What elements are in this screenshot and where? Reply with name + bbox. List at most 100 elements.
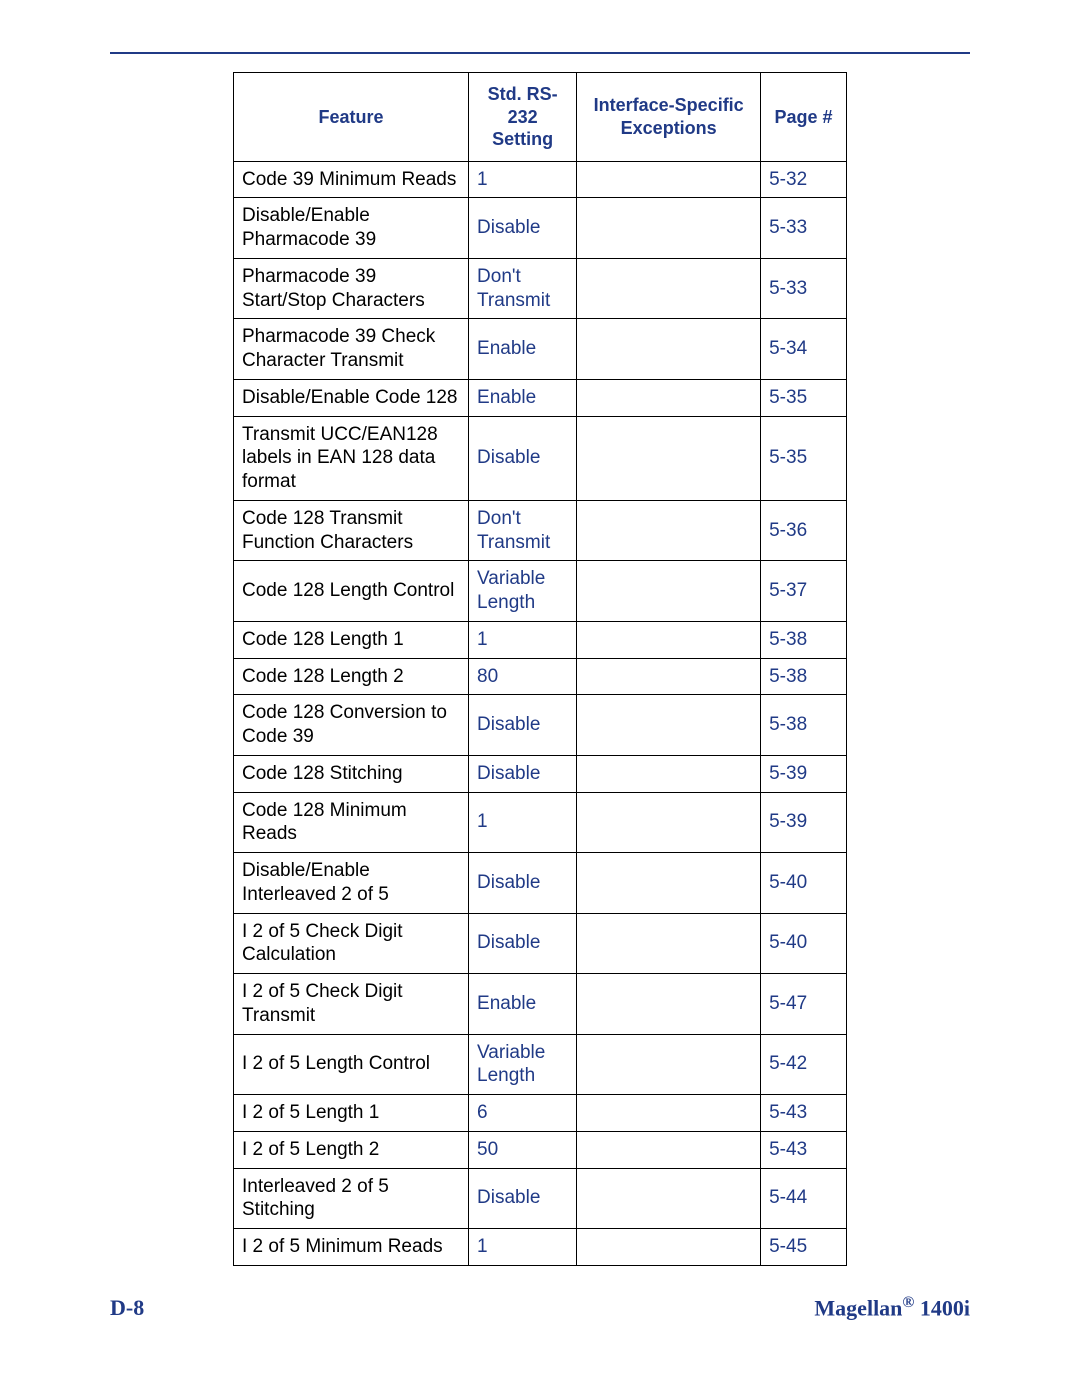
cell-page[interactable]: 5-44 — [761, 1168, 847, 1229]
cell-setting: 1 — [469, 621, 577, 658]
cell-exceptions — [577, 161, 761, 198]
cell-exceptions — [577, 1168, 761, 1229]
cell-setting: 1 — [469, 161, 577, 198]
cell-page[interactable]: 5-43 — [761, 1095, 847, 1132]
cell-setting: Enable — [469, 974, 577, 1035]
cell-feature: Code 39 Minimum Reads — [234, 161, 469, 198]
cell-setting: Disable — [469, 695, 577, 756]
cell-exceptions — [577, 1131, 761, 1168]
cell-page[interactable]: 5-38 — [761, 695, 847, 756]
cell-exceptions — [577, 1034, 761, 1095]
table-row: I 2 of 5 Check Digit CalculationDisable5… — [234, 913, 847, 974]
settings-table: Feature Std. RS-232 Setting Interface-Sp… — [233, 72, 847, 1266]
cell-page[interactable]: 5-33 — [761, 258, 847, 319]
table-row: Code 128 Length ControlVariable Length5-… — [234, 561, 847, 622]
page-footer: D-8 Magellan® 1400i — [110, 1294, 970, 1321]
table-row: I 2 of 5 Length ControlVariable Length 5-… — [234, 1034, 847, 1095]
cell-feature: I 2 of 5 Length Control — [234, 1034, 469, 1095]
cell-page[interactable]: 5-43 — [761, 1131, 847, 1168]
th-page: Page # — [761, 73, 847, 162]
header-rule — [110, 52, 970, 54]
table-row: I 2 of 5 Minimum Reads1 5-45 — [234, 1229, 847, 1266]
table-wrap: Feature Std. RS-232 Setting Interface-Sp… — [110, 72, 970, 1266]
cell-page[interactable]: 5-39 — [761, 792, 847, 853]
table-row: Code 128 Conversion to Code 39Disable5-3… — [234, 695, 847, 756]
cell-exceptions — [577, 319, 761, 380]
cell-feature: Disable/Enable Code 128 — [234, 379, 469, 416]
table-row: Pharmacode 39 Start/Stop CharactersDon't… — [234, 258, 847, 319]
cell-setting: Don't Transmit — [469, 500, 577, 561]
cell-exceptions — [577, 561, 761, 622]
cell-feature: Code 128 Length 1 — [234, 621, 469, 658]
cell-page[interactable]: 5-40 — [761, 853, 847, 914]
cell-exceptions — [577, 500, 761, 561]
cell-setting: Variable Length — [469, 561, 577, 622]
cell-page[interactable]: 5-35 — [761, 416, 847, 500]
table-row: Code 128 Length 11 5-38 — [234, 621, 847, 658]
cell-exceptions — [577, 379, 761, 416]
cell-page[interactable]: 5-36 — [761, 500, 847, 561]
cell-page[interactable]: 5-32 — [761, 161, 847, 198]
table-row: Code 128 Minimum Reads15-39 — [234, 792, 847, 853]
cell-setting: Variable Length — [469, 1034, 577, 1095]
cell-page[interactable]: 5-45 — [761, 1229, 847, 1266]
cell-feature: Disable/Enable Interleaved 2 of 5 — [234, 853, 469, 914]
footer-suffix: 1400i — [914, 1295, 970, 1320]
cell-page[interactable]: 5-35 — [761, 379, 847, 416]
table-row: Pharmacode 39 Check Character TransmitEn… — [234, 319, 847, 380]
table-row: Code 39 Minimum Reads1 5-32 — [234, 161, 847, 198]
cell-setting: Enable — [469, 319, 577, 380]
cell-feature: Pharmacode 39 Start/Stop Characters — [234, 258, 469, 319]
cell-feature: I 2 of 5 Check Digit Transmit — [234, 974, 469, 1035]
cell-exceptions — [577, 853, 761, 914]
table-row: I 2 of 5 Length 165-43 — [234, 1095, 847, 1132]
table-row: Interleaved 2 of 5 StitchingDisable 5-44 — [234, 1168, 847, 1229]
table-row: Code 128 Transmit Function CharactersDon… — [234, 500, 847, 561]
cell-setting: 1 — [469, 1229, 577, 1266]
cell-page[interactable]: 5-39 — [761, 755, 847, 792]
th-setting: Std. RS-232 Setting — [469, 73, 577, 162]
cell-setting: Disable — [469, 1168, 577, 1229]
table-header: Feature Std. RS-232 Setting Interface-Sp… — [234, 73, 847, 162]
table-row: Transmit UCC/EAN128 labels in EAN 128 da… — [234, 416, 847, 500]
table-header-row: Feature Std. RS-232 Setting Interface-Sp… — [234, 73, 847, 162]
document-page: Feature Std. RS-232 Setting Interface-Sp… — [0, 0, 1080, 1397]
cell-setting: 80 — [469, 658, 577, 695]
cell-page[interactable]: 5-37 — [761, 561, 847, 622]
cell-feature: Code 128 Length 2 — [234, 658, 469, 695]
cell-feature: I 2 of 5 Length 1 — [234, 1095, 469, 1132]
cell-setting: Disable — [469, 416, 577, 500]
cell-setting: Disable — [469, 853, 577, 914]
cell-page[interactable]: 5-38 — [761, 658, 847, 695]
cell-exceptions — [577, 658, 761, 695]
cell-feature: Pharmacode 39 Check Character Transmit — [234, 319, 469, 380]
cell-page[interactable]: 5-47 — [761, 974, 847, 1035]
cell-setting: 50 — [469, 1131, 577, 1168]
cell-exceptions — [577, 258, 761, 319]
cell-exceptions — [577, 1229, 761, 1266]
cell-page[interactable]: 5-38 — [761, 621, 847, 658]
cell-exceptions — [577, 755, 761, 792]
th-exceptions: Interface-Specific Exceptions — [577, 73, 761, 162]
table-row: Disable/Enable Interleaved 2 of 5Disable… — [234, 853, 847, 914]
cell-feature: I 2 of 5 Minimum Reads — [234, 1229, 469, 1266]
registered-icon: ® — [902, 1294, 914, 1311]
cell-setting: Enable — [469, 379, 577, 416]
cell-setting: Disable — [469, 913, 577, 974]
cell-exceptions — [577, 621, 761, 658]
cell-setting: Disable — [469, 755, 577, 792]
cell-feature: Interleaved 2 of 5 Stitching — [234, 1168, 469, 1229]
cell-page[interactable]: 5-42 — [761, 1034, 847, 1095]
table-body: Code 39 Minimum Reads15-32Disable/Enable… — [234, 161, 847, 1265]
cell-page[interactable]: 5-33 — [761, 198, 847, 259]
cell-exceptions — [577, 198, 761, 259]
cell-page[interactable]: 5-34 — [761, 319, 847, 380]
cell-setting: Don't Transmit — [469, 258, 577, 319]
cell-setting: 1 — [469, 792, 577, 853]
cell-feature: I 2 of 5 Length 2 — [234, 1131, 469, 1168]
cell-page[interactable]: 5-40 — [761, 913, 847, 974]
table-row: I 2 of 5 Check Digit TransmitEnable 5-47 — [234, 974, 847, 1035]
cell-feature: Code 128 Transmit Function Characters — [234, 500, 469, 561]
table-row: Code 128 Length 280 5-38 — [234, 658, 847, 695]
cell-exceptions — [577, 1095, 761, 1132]
